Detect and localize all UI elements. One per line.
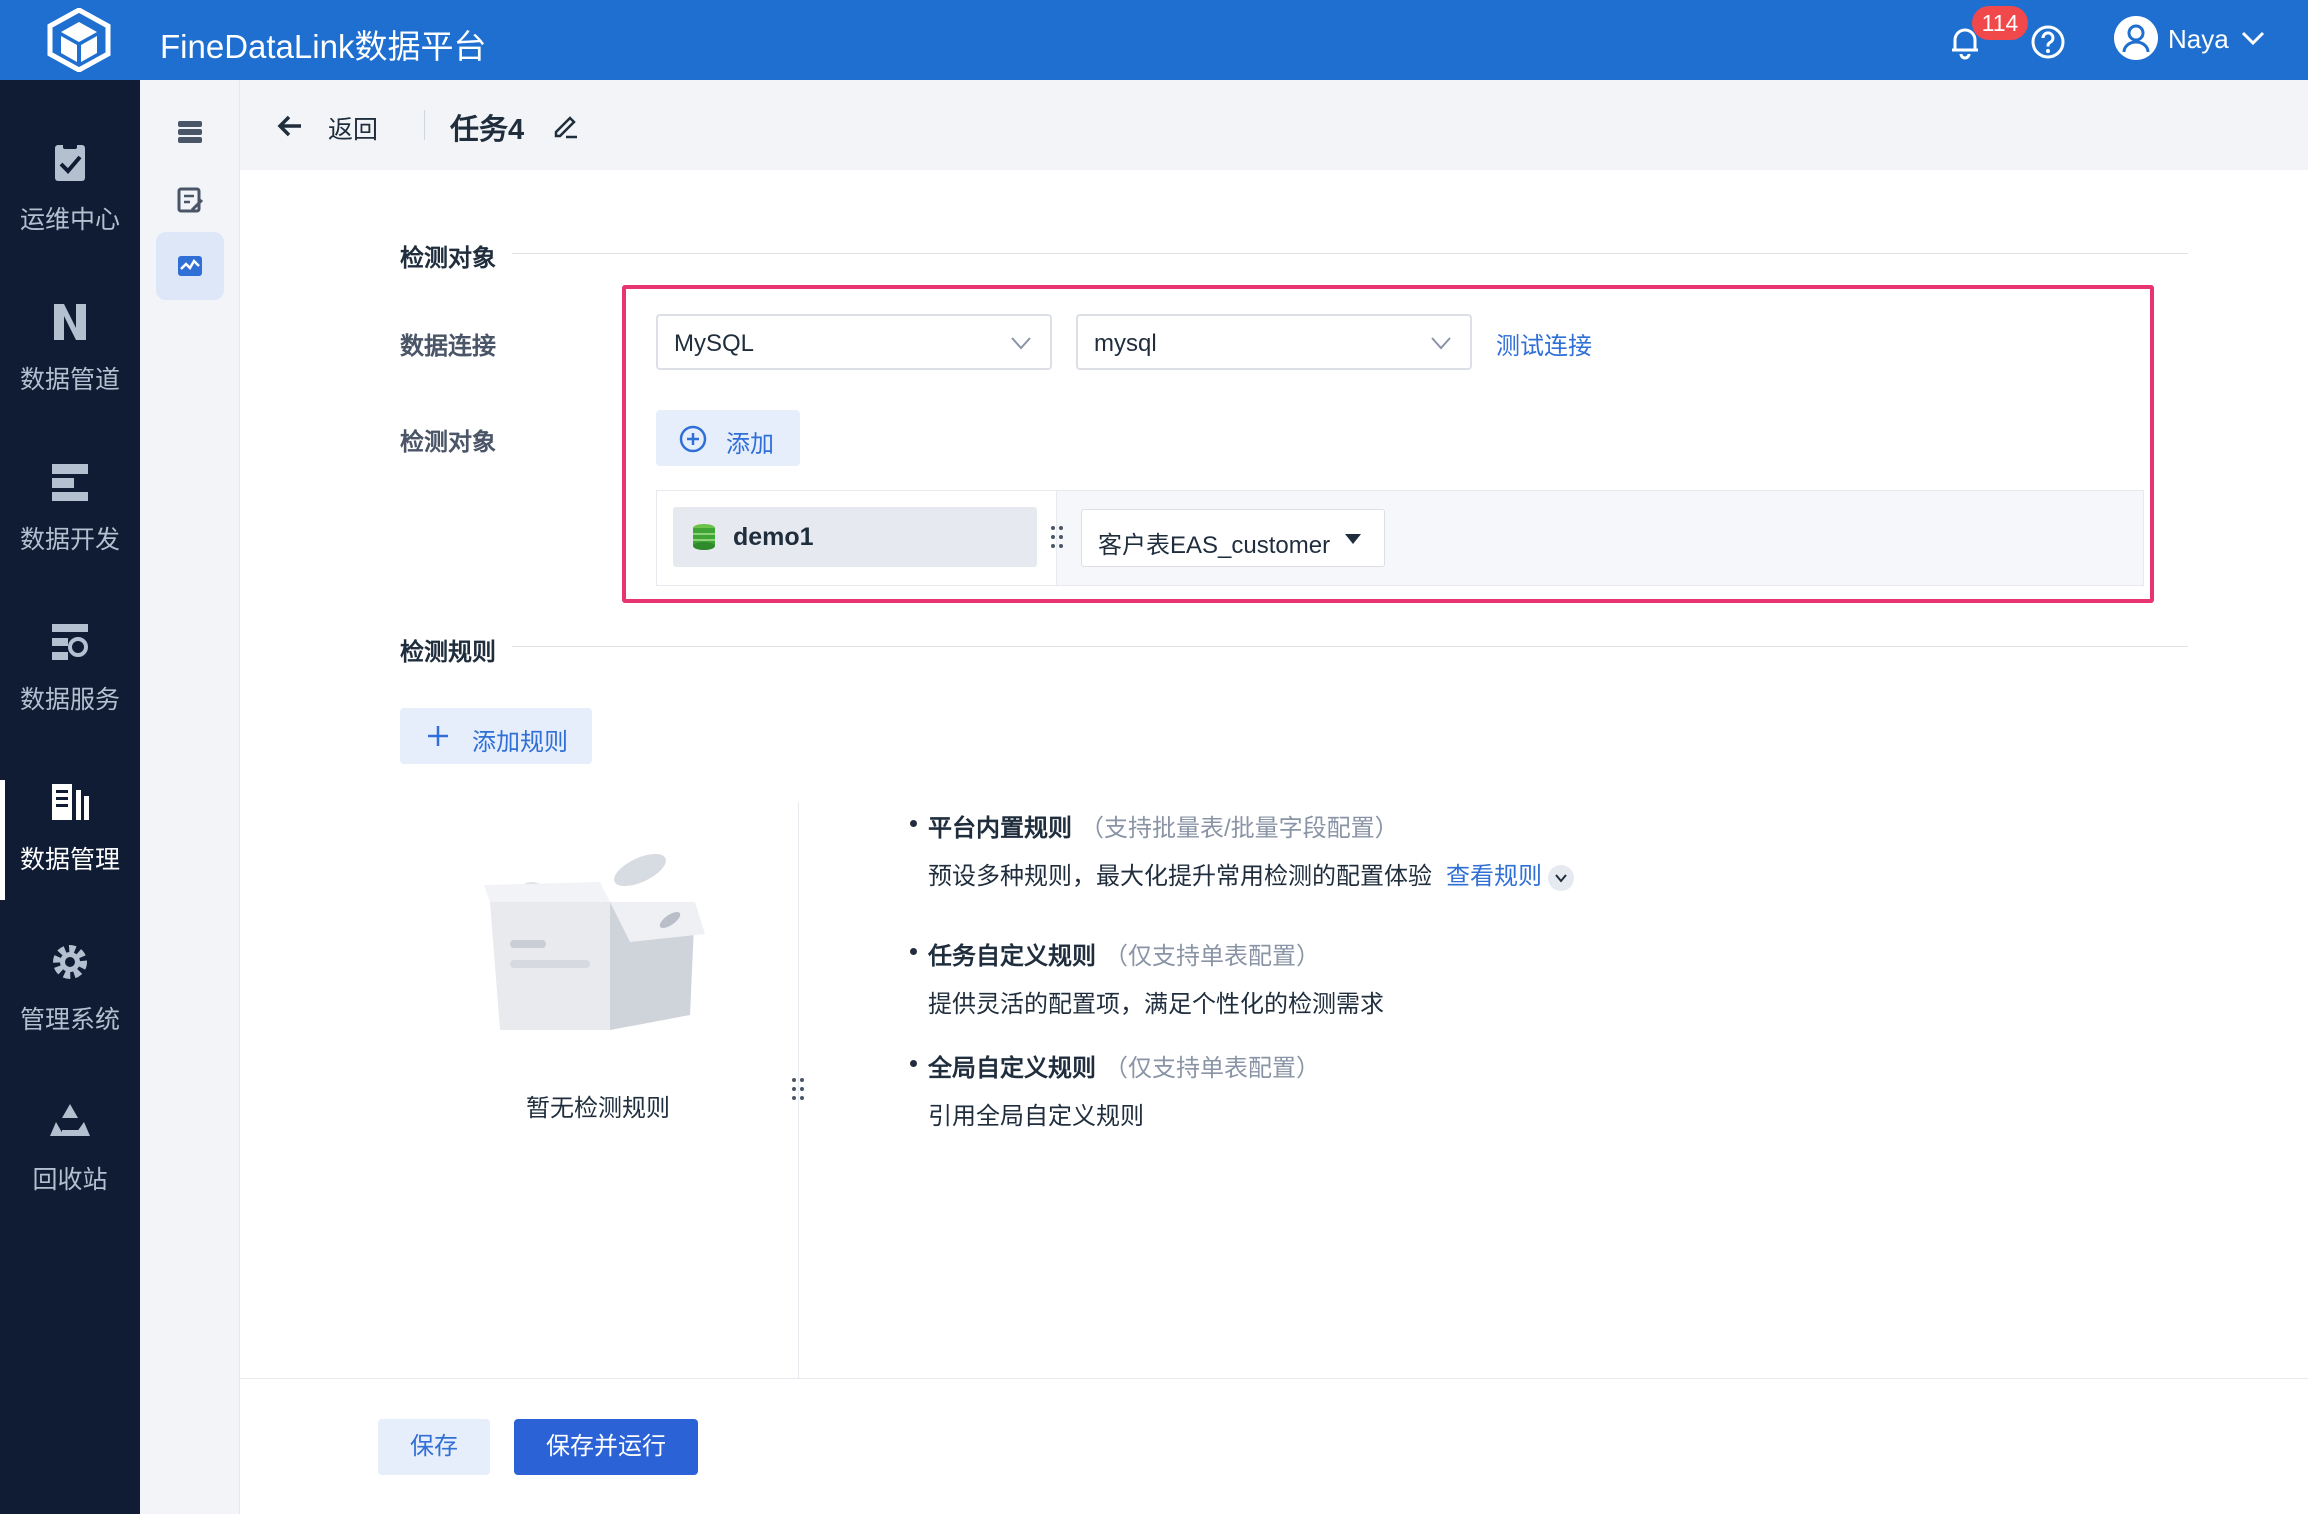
add-object-label: 添加 xyxy=(726,431,774,458)
chevron-down-icon[interactable] xyxy=(1548,864,1574,891)
sub-nav-datasource[interactable] xyxy=(156,98,224,166)
develop-icon xyxy=(52,464,88,501)
user-name[interactable]: Naya xyxy=(2168,24,2229,55)
view-rules-link[interactable]: 查看规则 xyxy=(1446,863,1542,890)
recycle-icon xyxy=(50,1104,90,1136)
document-edit-icon xyxy=(177,187,204,213)
nav-label: 数据开发 xyxy=(19,526,120,554)
sub-nav-standard[interactable] xyxy=(156,166,224,234)
rule-desc: 引用全局自定义规则 xyxy=(928,1103,1144,1130)
object-label: 检测对象 xyxy=(400,429,496,456)
sub-sidebar xyxy=(140,80,240,1514)
pipeline-icon xyxy=(54,304,86,340)
rule-type-builtin: 平台内置规则 （支持批量表/批量字段配置） 预设多种规则，最大化提升常用检测的配置… xyxy=(910,808,1574,891)
add-rule-label: 添加规则 xyxy=(472,729,568,756)
save-and-run-button[interactable]: 保存并运行 xyxy=(514,1419,698,1475)
back-arrow-icon[interactable] xyxy=(276,112,304,140)
clipboard-check-icon xyxy=(55,142,85,181)
rule-desc: 提供灵活的配置项，满足个性化的检测需求 xyxy=(928,991,1384,1018)
rule-note: （支持批量表/批量字段配置） xyxy=(1080,815,1399,842)
nav-label: 数据管道 xyxy=(19,366,120,394)
edit-icon[interactable] xyxy=(550,110,580,140)
app-title: FineDataLink数据平台 xyxy=(160,28,487,65)
notification-badge: 114 xyxy=(1972,6,2028,40)
bullet xyxy=(910,948,917,955)
empty-state-text: 暂无检测规则 xyxy=(526,1095,670,1122)
save-button[interactable]: 保存 xyxy=(378,1419,490,1475)
table-name: 客户表EAS_customer xyxy=(1098,532,1331,559)
nav-item-service[interactable]: 数据服务 xyxy=(0,600,140,760)
nav-item-manage[interactable]: 数据管理 xyxy=(0,760,140,920)
nav-label: 运维中心 xyxy=(19,206,120,234)
monitor-chart-icon xyxy=(178,256,202,276)
db-name: demo1 xyxy=(733,523,814,551)
rule-type-global-custom: 全局自定义规则 （仅支持单表配置） 引用全局自定义规则 xyxy=(910,1048,1320,1130)
avatar[interactable] xyxy=(2114,16,2158,60)
divider xyxy=(424,110,425,140)
service-icon xyxy=(52,624,88,660)
top-bar: FineDataLink数据平台 114 Naya xyxy=(0,0,2308,80)
db-type-select[interactable]: MySQL xyxy=(656,314,1052,370)
nav-item-pipeline[interactable]: 数据管道 xyxy=(0,280,140,440)
page-title: 任务4 xyxy=(450,114,525,146)
drag-handle-icon[interactable] xyxy=(788,1074,808,1104)
nav-item-recycle[interactable]: 回收站 xyxy=(0,1080,140,1240)
chevron-down-icon xyxy=(1431,337,1451,350)
section-title-detect-object: 检测对象 xyxy=(400,245,496,272)
nav-label: 管理系统 xyxy=(19,1006,120,1034)
manage-icon xyxy=(52,784,89,820)
connection-select[interactable]: mysql xyxy=(1076,314,1472,370)
main-sidebar: 运维中心 数据管道 数据开发 数据服务 数据管理 管理系统 回收站 xyxy=(0,80,140,1514)
nav-label: 数据服务 xyxy=(19,686,120,714)
bullet xyxy=(910,820,917,827)
nav-item-system[interactable]: 管理系统 xyxy=(0,920,140,1080)
help-icon[interactable] xyxy=(2028,22,2068,62)
add-object-button[interactable]: 添加 xyxy=(656,410,800,466)
plus-icon xyxy=(428,726,448,746)
rule-name: 任务自定义规则 xyxy=(928,943,1096,970)
plus-circle-icon xyxy=(679,425,707,453)
connection-value: mysql xyxy=(1094,330,1157,357)
rule-note: （仅支持单表配置） xyxy=(1104,1055,1320,1082)
database-icon xyxy=(693,524,715,550)
database-icon xyxy=(178,121,202,143)
chevron-down-icon[interactable] xyxy=(2240,28,2266,48)
db-list: demo1 xyxy=(657,491,1057,585)
conn-label: 数据连接 xyxy=(400,333,496,360)
db-type-value: MySQL xyxy=(674,330,755,357)
add-rule-button[interactable]: 添加规则 xyxy=(400,708,592,764)
footer-bar: 保存 保存并运行 xyxy=(240,1378,2308,1514)
db-item[interactable]: demo1 xyxy=(673,507,1037,567)
rule-name: 平台内置规则 xyxy=(928,815,1072,842)
section-title-rules: 检测规则 xyxy=(400,639,496,666)
nav-item-ops[interactable]: 运维中心 xyxy=(0,120,140,280)
chevron-down-icon xyxy=(1011,337,1031,350)
rule-name: 全局自定义规则 xyxy=(928,1055,1096,1082)
nav-label: 数据管理 xyxy=(19,846,120,874)
test-connection-link[interactable]: 测试连接 xyxy=(1496,326,1592,361)
nav-item-develop[interactable]: 数据开发 xyxy=(0,440,140,600)
empty-box-icon xyxy=(484,853,705,1030)
caret-down-icon xyxy=(1345,534,1361,544)
drag-handle-icon[interactable] xyxy=(1047,522,1067,552)
divider xyxy=(512,646,2188,647)
sub-nav-quality[interactable] xyxy=(156,232,224,300)
divider xyxy=(512,253,2188,254)
gear-icon xyxy=(53,945,87,979)
detect-object-row: demo1 客户表EAS_customer xyxy=(656,490,2144,586)
main-panel: 检测对象 数据连接 检测对象 MySQL mysql 测试连接 添加 demo1… xyxy=(240,170,2308,1378)
rule-desc: 预设多种规则，最大化提升常用检测的配置体验 查看规则 xyxy=(928,856,1574,891)
rule-note: （仅支持单表配置） xyxy=(1104,943,1320,970)
page-header: 返回 任务4 xyxy=(240,80,2308,170)
table-select[interactable]: 客户表EAS_customer xyxy=(1081,509,1385,567)
bullet xyxy=(910,1060,917,1067)
rule-desc-text: 预设多种规则，最大化提升常用检测的配置体验 xyxy=(928,863,1432,890)
rule-type-task-custom: 任务自定义规则 （仅支持单表配置） 提供灵活的配置项，满足个性化的检测需求 xyxy=(910,936,1384,1018)
back-button[interactable]: 返回 xyxy=(328,110,378,146)
logo-icon[interactable] xyxy=(44,8,114,72)
nav-label: 回收站 xyxy=(32,1166,108,1194)
